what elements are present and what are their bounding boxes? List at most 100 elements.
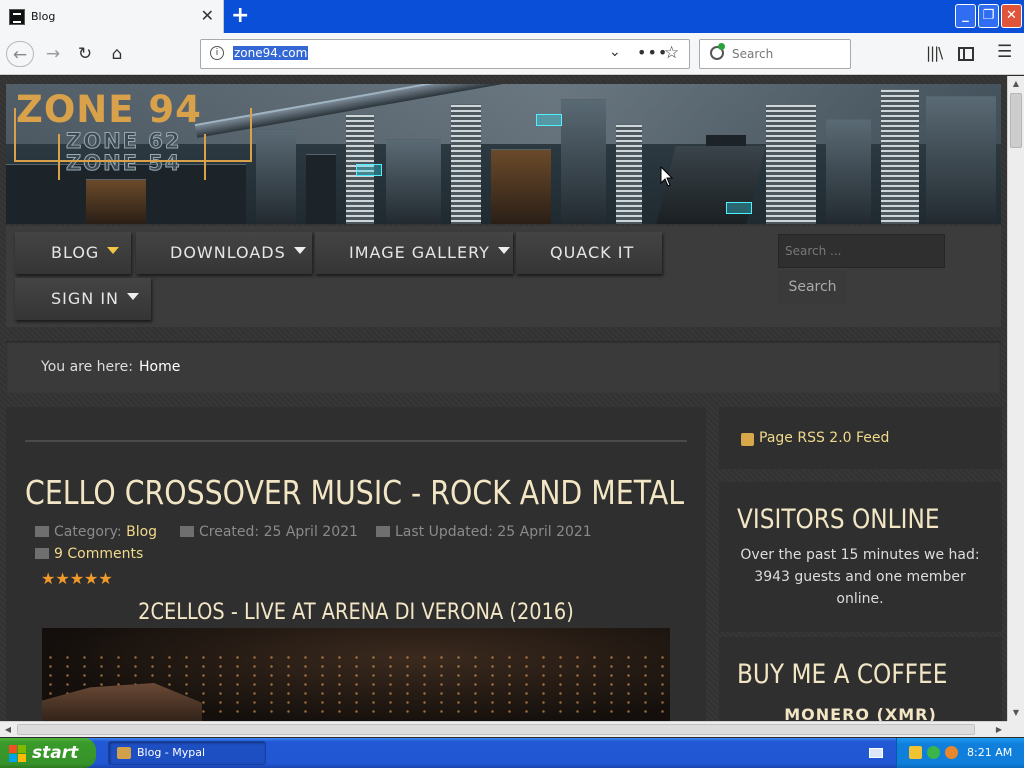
category-link[interactable]: Blog xyxy=(126,524,157,540)
new-tab-button[interactable]: + xyxy=(231,3,249,28)
tab-title: Blog xyxy=(31,10,56,23)
hamburger-menu-icon[interactable]: ☰ xyxy=(997,42,1012,62)
tab-close-icon[interactable]: ✕ xyxy=(201,6,214,25)
browser-search-input[interactable]: Search xyxy=(699,39,851,69)
navigation-toolbar: ← → ↻ ⌂ i zone94.com ⌄ ••• ☆ Search |||\… xyxy=(0,33,1024,75)
home-icon[interactable]: ⌂ xyxy=(103,41,131,67)
vertical-scrollbar[interactable]: ▲ ▼ xyxy=(1007,76,1024,721)
menu-label: IMAGE GALLERY xyxy=(349,243,490,262)
video-title: 2CELLOS - LIVE AT ARENA DI VERONA (2016) xyxy=(138,600,574,625)
sidebar-icon[interactable] xyxy=(958,47,974,61)
banner-neon-sign xyxy=(356,164,382,176)
banner-building xyxy=(451,104,481,224)
flag-green xyxy=(18,745,26,753)
network-icon[interactable] xyxy=(927,746,940,759)
caret-down-icon xyxy=(127,293,140,300)
banner-building xyxy=(826,119,871,224)
site-info-icon[interactable]: i xyxy=(210,46,224,60)
address-bar[interactable]: i zone94.com ⌄ ••• ☆ xyxy=(200,39,690,69)
chevron-down-icon[interactable]: ⌄ xyxy=(609,44,621,60)
breadcrumb: You are here: Home xyxy=(6,341,1001,393)
horizontal-scroll-thumb[interactable] xyxy=(17,724,975,735)
search-tray-icon[interactable] xyxy=(945,746,958,759)
window-restore-button[interactable]: ❐ xyxy=(978,4,999,28)
forward-arrow-icon[interactable]: → xyxy=(39,41,67,67)
banner-building xyxy=(926,96,996,224)
folder-icon xyxy=(35,526,49,537)
url-text[interactable]: zone94.com xyxy=(233,46,309,60)
caret-down-icon xyxy=(293,247,306,254)
banner-building xyxy=(256,129,296,224)
window-close-button[interactable]: ✕ xyxy=(1001,4,1022,28)
calendar-icon xyxy=(180,526,194,537)
menu-item-blog[interactable]: BLOG xyxy=(15,232,131,274)
comments-link[interactable]: 9 Comments xyxy=(54,546,143,562)
taskbar: start Blog - Mypal 8:21 AM xyxy=(0,738,1024,768)
start-label: start xyxy=(32,743,79,763)
rss-module: Page RSS 2.0 Feed xyxy=(719,407,1002,469)
system-tray: 8:21 AM xyxy=(896,738,1024,768)
keyboard-icon[interactable] xyxy=(869,748,883,758)
vertical-scroll-thumb[interactable] xyxy=(1010,93,1022,148)
banner-building xyxy=(491,149,551,224)
caret-down-icon xyxy=(107,247,120,254)
window-minimize-button[interactable]: _ xyxy=(955,4,976,28)
clock[interactable]: 8:21 AM xyxy=(967,746,1012,759)
browser-search-placeholder: Search xyxy=(732,47,774,61)
article-title[interactable]: CELLO CROSSOVER MUSIC - ROCK AND METAL xyxy=(25,473,684,512)
menu-label: SIGN IN xyxy=(51,289,120,308)
menu-item-image-gallery[interactable]: IMAGE GALLERY xyxy=(315,232,513,274)
menu-item-quack-it[interactable]: QUACK IT xyxy=(516,232,662,274)
banner-building xyxy=(616,124,642,224)
video-player[interactable] xyxy=(42,628,670,721)
scroll-up-icon[interactable]: ▲ xyxy=(1008,76,1024,92)
windows-flag-icon xyxy=(9,745,26,762)
banner-neon-sign xyxy=(536,114,562,126)
menu-item-sign-in[interactable]: SIGN IN xyxy=(15,278,151,320)
coffee-subtitle: MONERO (XMR) xyxy=(784,705,937,721)
category-label: Category: xyxy=(54,524,122,540)
caret-down-icon xyxy=(497,247,510,254)
rss-link[interactable]: Page RSS 2.0 Feed xyxy=(759,430,889,446)
flag-red xyxy=(9,745,17,753)
banner-building xyxy=(306,154,336,224)
browser-app-icon xyxy=(117,747,131,759)
divider xyxy=(25,440,687,442)
visitors-module: VISITORS ONLINE Over the past 15 minutes… xyxy=(719,482,1002,632)
updated-date: Last Updated: 25 April 2021 xyxy=(395,524,592,540)
breadcrumb-label: You are here: xyxy=(41,359,133,375)
start-button[interactable]: start xyxy=(0,738,96,768)
menu-item-downloads[interactable]: DOWNLOADS xyxy=(136,232,312,274)
site-favicon-icon xyxy=(9,9,25,25)
shield-icon[interactable] xyxy=(909,746,922,759)
site-logo[interactable]: ZONE 94 ZONE 62 ZONE 54 xyxy=(14,90,252,180)
article-column: CELLO CROSSOVER MUSIC - ROCK AND METAL C… xyxy=(6,407,706,721)
visitors-text: Over the past 15 minutes we had: 3943 gu… xyxy=(740,547,980,607)
horizontal-scrollbar[interactable]: ◀ ▶ xyxy=(0,721,1007,737)
breadcrumb-home-link[interactable]: Home xyxy=(139,359,180,375)
search-engine-icon xyxy=(710,43,725,60)
calendar-icon xyxy=(376,526,390,537)
scroll-down-icon[interactable]: ▼ xyxy=(1008,705,1024,721)
created-date: Created: 25 April 2021 xyxy=(199,524,358,540)
tab-blog[interactable]: Blog ✕ xyxy=(0,0,224,33)
scroll-left-icon[interactable]: ◀ xyxy=(0,722,16,738)
coffee-module: BUY ME A COFFEE MONERO (XMR) xyxy=(719,637,1002,721)
article-comments: 9 Comments xyxy=(35,546,143,562)
coffee-title: BUY ME A COFFEE xyxy=(737,659,948,690)
banner-building xyxy=(561,99,606,224)
library-icon[interactable]: |||\ xyxy=(926,44,943,62)
comment-icon xyxy=(35,548,49,559)
scroll-right-icon[interactable]: ▶ xyxy=(991,722,1007,738)
bookmark-star-icon[interactable]: ☆ xyxy=(664,43,679,63)
taskbar-window-button[interactable]: Blog - Mypal xyxy=(108,741,266,765)
back-arrow-icon[interactable]: ← xyxy=(6,41,34,67)
rating-stars[interactable]: ★★★★★ xyxy=(41,569,113,588)
banner-building xyxy=(766,104,816,224)
site-search-input[interactable]: Search ... xyxy=(778,234,945,268)
reload-icon[interactable]: ↻ xyxy=(71,41,99,67)
site-search-button[interactable]: Search xyxy=(778,270,847,304)
menu-label: QUACK IT xyxy=(550,243,635,262)
banner-neon-sign xyxy=(726,202,752,214)
page-viewport: ZONE 94 ZONE 62 ZONE 54 BLOG DOWNLOADS I… xyxy=(0,76,1007,721)
